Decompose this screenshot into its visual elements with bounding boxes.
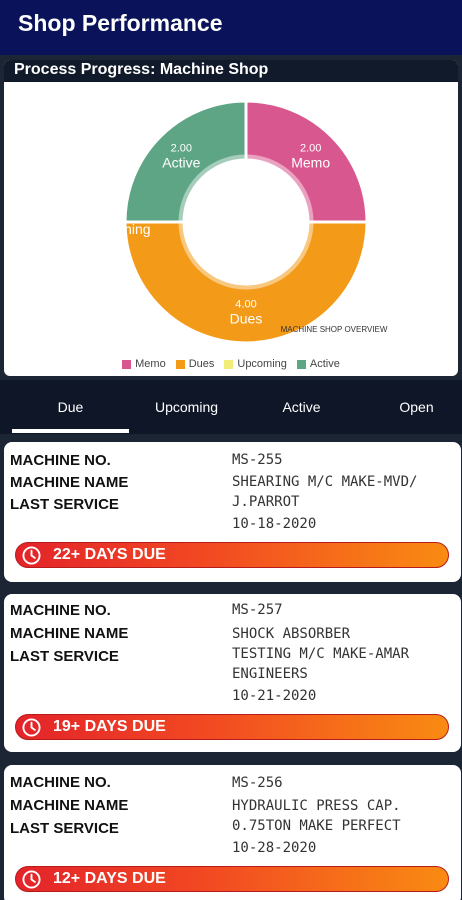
- machine-name-value: HYDRAULIC PRESS CAP. 0.75TON MAKE PERFEC…: [232, 796, 456, 836]
- chart-card: Process Progress: Machine Shop 2.00 Memo 4…: [4, 60, 458, 376]
- last-service-label: LAST SERVICE: [10, 648, 119, 665]
- due-status-text: 19+ DAYS DUE: [53, 718, 166, 735]
- status-tabs: Due Upcoming Active Open: [0, 380, 462, 434]
- slice-value-label: 2.00: [171, 142, 192, 154]
- selected-tab-indicator: [12, 429, 129, 433]
- legend-label: Memo: [135, 358, 166, 370]
- due-status-bar: 19+ DAYS DUE: [15, 714, 449, 740]
- donut-inner-ring: [178, 154, 314, 290]
- machine-no-value: MS-255: [232, 452, 283, 468]
- machine-name-label: MACHINE NAME: [10, 797, 129, 814]
- last-service-value: 10-28-2020: [232, 840, 317, 856]
- legend-swatch: [175, 359, 185, 369]
- machine-name-line: SHOCK ABSORBER: [232, 626, 351, 642]
- chart-legend: Memo Dues Upcoming Active: [4, 356, 458, 372]
- tab-upcoming[interactable]: Upcoming: [128, 380, 245, 434]
- machine-name-line: HYDRAULIC PRESS CAP.: [232, 798, 401, 814]
- legend-swatch: [296, 359, 306, 369]
- due-status-text: 22+ DAYS DUE: [53, 546, 166, 563]
- machine-name-line: 0.75TON MAKE PERFECT: [232, 818, 401, 834]
- donut-chart: 2.00Memo4.00Dues0.00Upcoming2.00ActiveMA…: [87, 99, 388, 345]
- machine-no-label: MACHINE NO.: [10, 774, 111, 791]
- legend-label: Upcoming: [237, 358, 287, 370]
- page-title: Shop Performance: [18, 10, 223, 36]
- tab-open[interactable]: Open: [358, 380, 462, 434]
- clock-icon: [22, 870, 41, 889]
- legend-item-upcoming[interactable]: Upcoming: [224, 358, 287, 370]
- machine-name-line: TESTING M/C MAKE-AMAR: [232, 646, 410, 662]
- clock-icon: [22, 718, 41, 737]
- machine-name-line: J.PARROT: [232, 494, 300, 510]
- machine-name-line: ENGINEERS: [232, 666, 308, 682]
- legend-item-dues[interactable]: Dues: [175, 358, 215, 370]
- machine-name-value: SHEARING M/C MAKE-MVD/ J.PARROT: [232, 472, 456, 512]
- chart-card-title: Process Progress: Machine Shop: [4, 60, 458, 82]
- legend-item-active[interactable]: Active: [296, 358, 340, 370]
- tab-due[interactable]: Due: [12, 380, 129, 434]
- machine-no-label: MACHINE NO.: [10, 602, 111, 619]
- machine-card[interactable]: MACHINE NO. MACHINE NAME LAST SERVICE MS…: [4, 442, 461, 582]
- legend-label: Active: [309, 358, 340, 370]
- machine-no-value: MS-257: [232, 602, 283, 618]
- last-service-label: LAST SERVICE: [10, 496, 119, 513]
- machine-no-label: MACHINE NO.: [10, 452, 111, 469]
- machine-name-label: MACHINE NAME: [10, 625, 129, 642]
- legend-item-memo[interactable]: Memo: [122, 358, 166, 370]
- legend-swatch: [224, 359, 234, 369]
- slice-value-label: 2.00: [300, 142, 321, 154]
- machine-card[interactable]: MACHINE NO. MACHINE NAME LAST SERVICE MS…: [4, 594, 461, 752]
- machine-no-value: MS-256: [232, 775, 283, 791]
- machine-name-value: SHOCK ABSORBER TESTING M/C MAKE-AMAR ENG…: [232, 624, 456, 684]
- last-service-value: 10-18-2020: [232, 516, 317, 532]
- chart-caption: MACHINE SHOP OVERVIEW: [281, 325, 388, 334]
- last-service-value: 10-21-2020: [232, 688, 317, 704]
- slice-value-label: 4.00: [235, 299, 256, 311]
- last-service-label: LAST SERVICE: [10, 820, 119, 837]
- machine-name-line: SHEARING M/C MAKE-MVD/: [232, 474, 418, 490]
- app-bar: Shop Performance: [0, 0, 462, 55]
- due-status-bar: 12+ DAYS DUE: [15, 866, 449, 892]
- slice-name-label: Dues: [230, 311, 263, 327]
- machine-card[interactable]: MACHINE NO. MACHINE NAME LAST SERVICE MS…: [4, 765, 461, 900]
- machine-name-label: MACHINE NAME: [10, 474, 129, 491]
- due-status-bar: 22+ DAYS DUE: [15, 542, 449, 568]
- legend-swatch: [122, 359, 132, 369]
- tab-active[interactable]: Active: [243, 380, 360, 434]
- slice-name-label: Memo: [291, 154, 330, 170]
- clock-icon: [22, 546, 41, 565]
- legend-label: Dues: [188, 358, 215, 370]
- slice-name-label: Active: [162, 154, 200, 170]
- due-status-text: 12+ DAYS DUE: [53, 870, 166, 887]
